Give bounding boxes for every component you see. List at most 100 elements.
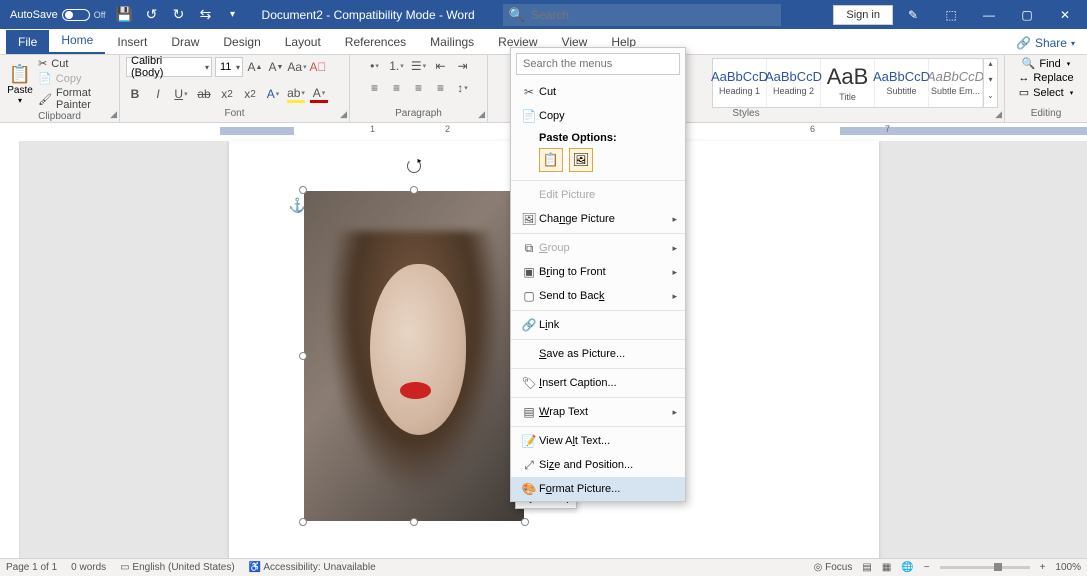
tab-references[interactable]: References bbox=[333, 30, 418, 54]
style-subtitle[interactable]: AaBbCcDSubtitle bbox=[875, 59, 929, 107]
zoom-level[interactable]: 100% bbox=[1055, 562, 1081, 573]
style-heading1[interactable]: AaBbCcDHeading 1 bbox=[713, 59, 767, 107]
styles-launcher-icon[interactable]: ◢ bbox=[995, 109, 1002, 120]
chevron-down-icon[interactable]: ▾ bbox=[984, 75, 997, 91]
tab-draw[interactable]: Draw bbox=[159, 30, 211, 54]
ctx-change-picture[interactable]: 🖼Change Picture▸ bbox=[511, 207, 685, 231]
paste-keep-formatting-icon[interactable]: 📋 bbox=[539, 148, 563, 172]
resize-handle[interactable] bbox=[410, 186, 418, 194]
align-right-icon[interactable]: ≡ bbox=[410, 79, 428, 97]
sign-in-button[interactable]: Sign in bbox=[833, 5, 893, 25]
context-search-input[interactable] bbox=[516, 53, 680, 75]
paste-button[interactable]: 📋 Paste ▾ bbox=[6, 64, 34, 105]
tab-insert[interactable]: Insert bbox=[105, 30, 159, 54]
increase-font-icon[interactable]: A▲ bbox=[246, 58, 264, 76]
ribbon-display-icon[interactable]: ⬚ bbox=[933, 0, 969, 29]
change-case-icon[interactable]: Aa bbox=[288, 58, 306, 76]
vertical-ruler[interactable] bbox=[0, 141, 20, 558]
resize-handle[interactable] bbox=[299, 518, 307, 526]
style-title[interactable]: AaBTitle bbox=[821, 59, 875, 107]
undo-icon[interactable]: ↺ bbox=[140, 3, 164, 27]
bold-button[interactable]: B bbox=[126, 85, 144, 103]
find-button[interactable]: 🔍Find▾ bbox=[1022, 57, 1071, 70]
bullets-icon[interactable]: • bbox=[366, 57, 384, 75]
focus-mode-button[interactable]: ◎ Focus bbox=[814, 562, 853, 573]
ctx-save-as-picture[interactable]: Save as Picture... bbox=[511, 342, 685, 366]
paragraph-launcher-icon[interactable]: ◢ bbox=[478, 109, 485, 120]
ctx-link[interactable]: 🔗Link bbox=[511, 313, 685, 337]
text-effects-icon[interactable]: A bbox=[264, 85, 282, 103]
align-center-icon[interactable]: ≡ bbox=[388, 79, 406, 97]
decrease-indent-icon[interactable]: ⇤ bbox=[432, 57, 450, 75]
web-layout-icon[interactable]: 🌐 bbox=[901, 562, 913, 573]
selected-picture[interactable] bbox=[304, 191, 524, 521]
share-button[interactable]: 🔗 Share ▾ bbox=[1010, 32, 1081, 54]
zoom-in-button[interactable]: + bbox=[1040, 562, 1046, 573]
italic-button[interactable]: I bbox=[149, 85, 167, 103]
minimize-button[interactable]: — bbox=[971, 0, 1007, 29]
rotate-handle-icon[interactable] bbox=[407, 159, 421, 173]
style-subtle-emphasis[interactable]: AaBbCcDSubtle Em... bbox=[929, 59, 983, 107]
zoom-thumb[interactable] bbox=[994, 563, 1002, 571]
resize-handle[interactable] bbox=[299, 352, 307, 360]
ctx-wrap-text[interactable]: ▤Wrap Text▸ bbox=[511, 400, 685, 424]
tab-design[interactable]: Design bbox=[211, 30, 272, 54]
zoom-out-button[interactable]: − bbox=[924, 562, 930, 573]
close-button[interactable]: ✕ bbox=[1047, 0, 1083, 29]
maximize-button[interactable]: ▢ bbox=[1009, 0, 1045, 29]
ctx-view-alt-text[interactable]: 📝View Alt Text... bbox=[511, 429, 685, 453]
redo-icon[interactable]: ↻ bbox=[167, 3, 191, 27]
tab-layout[interactable]: Layout bbox=[273, 30, 333, 54]
font-color-icon[interactable]: A bbox=[310, 85, 328, 103]
justify-icon[interactable]: ≡ bbox=[432, 79, 450, 97]
autosave-toggle[interactable]: AutoSave Off bbox=[6, 7, 110, 23]
status-language[interactable]: ▭ English (United States) bbox=[120, 562, 235, 573]
style-heading2[interactable]: AaBbCcDHeading 2 bbox=[767, 59, 821, 107]
resize-handle[interactable] bbox=[299, 186, 307, 194]
align-left-icon[interactable]: ≡ bbox=[366, 79, 384, 97]
decrease-font-icon[interactable]: A▼ bbox=[267, 58, 285, 76]
styles-gallery[interactable]: AaBbCcDHeading 1 AaBbCcDHeading 2 AaBTit… bbox=[712, 58, 998, 108]
font-name-combo[interactable]: Calibri (Body)▾ bbox=[126, 57, 212, 77]
copy-button[interactable]: 📄Copy bbox=[38, 72, 113, 85]
qat-more-icon[interactable]: ⇆ bbox=[194, 3, 218, 27]
select-button[interactable]: ▭Select▾ bbox=[1019, 86, 1074, 99]
ctx-cut[interactable]: ✂Cut bbox=[511, 80, 685, 104]
ctx-format-picture[interactable]: 🎨Format Picture... bbox=[511, 477, 685, 501]
save-icon[interactable]: 💾 bbox=[113, 3, 137, 27]
qat-customize-icon[interactable]: ▾ bbox=[221, 3, 245, 27]
ctx-insert-caption[interactable]: 🏷Insert Caption... bbox=[511, 371, 685, 395]
numbering-icon[interactable]: 1. bbox=[388, 57, 406, 75]
format-painter-button[interactable]: 🖌Format Painter bbox=[38, 87, 113, 111]
subscript-button[interactable]: x2 bbox=[218, 85, 236, 103]
underline-button[interactable]: U bbox=[172, 85, 190, 103]
line-spacing-icon[interactable]: ↕ bbox=[454, 79, 472, 97]
read-mode-icon[interactable]: ▤ bbox=[862, 562, 871, 573]
highlight-icon[interactable]: ab bbox=[287, 85, 305, 103]
search-input[interactable] bbox=[531, 8, 775, 22]
superscript-button[interactable]: x2 bbox=[241, 85, 259, 103]
ctx-send-to-back[interactable]: ▢Send to Back▸ bbox=[511, 284, 685, 308]
strikethrough-button[interactable]: ab bbox=[195, 85, 213, 103]
ctx-bring-to-front[interactable]: ▣Bring to Front▸ bbox=[511, 260, 685, 284]
paste-picture-icon[interactable]: 🖼 bbox=[569, 148, 593, 172]
ctx-size-position[interactable]: ⤢Size and Position... bbox=[511, 453, 685, 477]
cut-button[interactable]: ✂Cut bbox=[38, 57, 113, 70]
coming-soon-icon[interactable]: ✎ bbox=[895, 0, 931, 29]
print-layout-icon[interactable]: ▦ bbox=[882, 562, 891, 573]
replace-button[interactable]: ↔Replace bbox=[1018, 72, 1073, 84]
styles-spinner[interactable]: ▴▾⌄ bbox=[983, 59, 997, 107]
status-words[interactable]: 0 words bbox=[71, 562, 106, 573]
search-box[interactable]: 🔍 bbox=[503, 4, 781, 26]
context-menu-search[interactable] bbox=[516, 53, 680, 75]
status-accessibility[interactable]: ♿ Accessibility: Unavailable bbox=[249, 562, 376, 573]
tab-home[interactable]: Home bbox=[49, 28, 105, 54]
resize-handle[interactable] bbox=[410, 518, 418, 526]
font-launcher-icon[interactable]: ◢ bbox=[340, 109, 347, 120]
clipboard-launcher-icon[interactable]: ◢ bbox=[110, 109, 117, 120]
tab-file[interactable]: File bbox=[6, 30, 49, 54]
status-page[interactable]: Page 1 of 1 bbox=[6, 562, 57, 573]
increase-indent-icon[interactable]: ⇥ bbox=[454, 57, 472, 75]
styles-more-icon[interactable]: ⌄ bbox=[984, 91, 997, 107]
zoom-slider[interactable] bbox=[940, 566, 1030, 569]
